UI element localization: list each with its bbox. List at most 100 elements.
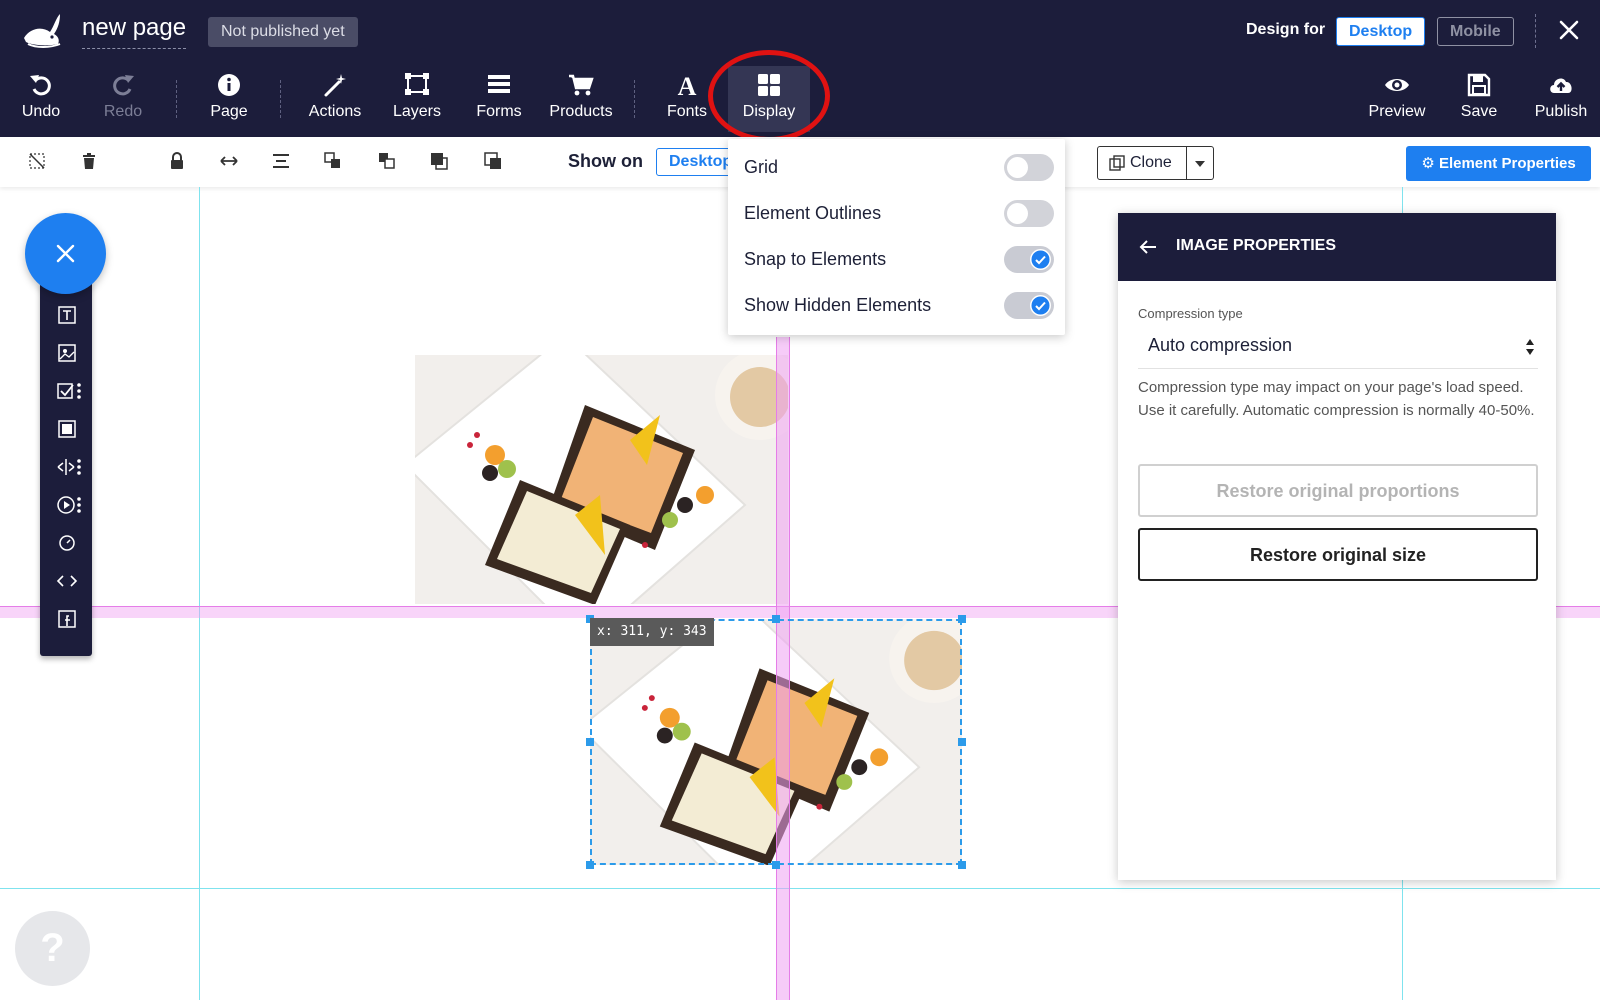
clone-label: Clone (1130, 154, 1172, 171)
fonts-button[interactable]: A Fonts (646, 66, 728, 132)
deselect-icon[interactable] (28, 152, 46, 170)
restore-proportions-button[interactable]: Restore original proportions (1138, 464, 1538, 517)
preview-label: Preview (1368, 103, 1426, 120)
top-bar: new page Not published yet Design for De… (0, 0, 1600, 142)
timer-element-icon[interactable] (56, 532, 78, 554)
clone-button[interactable]: Clone (1097, 146, 1187, 180)
compression-help-text: Compression type may impact on your page… (1138, 379, 1535, 419)
gear-icon: ⚙ (1421, 155, 1439, 172)
design-desktop-button[interactable]: Desktop (1336, 17, 1426, 46)
eye-icon (1385, 79, 1409, 91)
align-center-icon[interactable] (272, 152, 290, 170)
layers-icon (405, 73, 429, 95)
page-title[interactable]: new page (82, 14, 187, 49)
close-icon (56, 244, 75, 263)
option-label: Snap to Elements (744, 249, 887, 269)
option-label: Grid (744, 157, 779, 177)
snap-to-elements-toggle[interactable] (1004, 246, 1054, 273)
svg-text:A: A (678, 72, 697, 98)
publish-label: Publish (1534, 103, 1588, 120)
resize-handle[interactable] (772, 861, 780, 869)
canvas-image[interactable] (415, 355, 788, 604)
compression-type-select[interactable]: Auto compression (1138, 325, 1538, 369)
box-element-icon[interactable] (56, 418, 78, 440)
layers-label: Layers (392, 103, 442, 120)
page-label: Page (210, 103, 248, 120)
code-element-icon[interactable] (56, 570, 78, 592)
page-button[interactable]: Page (188, 66, 270, 132)
floppy-disk-icon (1467, 73, 1491, 97)
cloud-upload-icon (1550, 78, 1572, 93)
insert-element-bar (40, 282, 92, 656)
close-insert-menu-button[interactable] (25, 213, 106, 294)
panel-title: IMAGE PROPERTIES (1176, 237, 1337, 254)
form-element-icon[interactable] (56, 380, 84, 402)
restore-size-button[interactable]: Restore original size (1138, 528, 1538, 581)
image-element-icon[interactable] (56, 342, 78, 364)
list-icon (488, 75, 510, 93)
text-element-icon[interactable] (56, 304, 78, 326)
save-button[interactable]: Save (1438, 66, 1520, 132)
divider (280, 80, 281, 118)
facebook-element-icon[interactable] (56, 608, 78, 630)
undo-icon (30, 75, 51, 96)
cart-icon (569, 74, 594, 96)
preview-button[interactable]: Preview (1356, 66, 1438, 132)
display-option-show-hidden-elements[interactable]: Show Hidden Elements (744, 290, 1054, 320)
forms-button[interactable]: Forms (458, 66, 540, 132)
forms-label: Forms (476, 103, 522, 120)
display-button[interactable]: Display (728, 66, 810, 132)
layout-guide (0, 888, 1600, 889)
resize-handle[interactable] (958, 615, 966, 623)
panel-header: IMAGE PROPERTIES (1118, 213, 1556, 281)
close-icon[interactable] (1553, 14, 1585, 46)
actions-button[interactable]: Actions (294, 66, 376, 132)
products-label: Products (549, 103, 613, 120)
video-element-icon[interactable] (56, 494, 84, 516)
undo-button[interactable]: Undo (0, 66, 82, 132)
lock-icon[interactable] (168, 152, 186, 170)
check-icon (1031, 250, 1050, 269)
compression-type-label: Compression type (1138, 306, 1243, 321)
select-arrows-icon (1526, 339, 1534, 355)
publish-status-badge: Not published yet (208, 17, 358, 47)
bring-to-front-icon[interactable] (430, 152, 448, 170)
clone-dropdown-toggle[interactable] (1186, 146, 1214, 180)
resize-handle[interactable] (586, 861, 594, 869)
redo-button[interactable]: Redo (82, 66, 164, 132)
resize-handle[interactable] (958, 861, 966, 869)
save-label: Save (1460, 103, 1498, 120)
display-option-snap-to-elements[interactable]: Snap to Elements (744, 244, 1054, 274)
design-mobile-button[interactable]: Mobile (1437, 17, 1514, 46)
trash-icon[interactable] (80, 152, 98, 170)
rabbit-logo-icon (24, 14, 61, 48)
display-label: Display (742, 103, 796, 120)
redo-label: Redo (103, 103, 143, 120)
check-icon (1031, 296, 1050, 315)
display-option-element-outlines[interactable]: Element Outlines (744, 198, 1054, 228)
resize-handle[interactable] (772, 615, 780, 623)
help-button[interactable]: ? (15, 911, 90, 986)
show-hidden-elements-toggle[interactable] (1004, 292, 1054, 319)
button-element-icon[interactable] (56, 456, 84, 478)
arrow-left-icon[interactable] (1138, 236, 1160, 258)
bring-forward-icon[interactable] (324, 152, 342, 170)
send-to-back-icon[interactable] (484, 152, 502, 170)
show-on-label: Show on (568, 151, 643, 171)
compression-type-value: Auto compression (1148, 335, 1293, 355)
undo-label: Undo (21, 103, 61, 120)
divider (1535, 14, 1536, 48)
caret-down-icon (1195, 161, 1205, 167)
display-option-grid[interactable]: Grid (744, 152, 1054, 182)
stretch-width-icon[interactable] (220, 152, 238, 170)
products-button[interactable]: Products (540, 66, 622, 132)
food-photo (415, 355, 788, 604)
publish-button[interactable]: Publish (1520, 66, 1600, 132)
element-properties-button[interactable]: ⚙ Element Properties (1406, 146, 1591, 181)
layers-button[interactable]: Layers (376, 66, 458, 132)
resize-handle[interactable] (958, 738, 966, 746)
resize-handle[interactable] (586, 738, 594, 746)
send-backward-icon[interactable] (378, 152, 396, 170)
element-outlines-toggle[interactable] (1004, 200, 1054, 227)
grid-toggle[interactable] (1004, 154, 1054, 181)
